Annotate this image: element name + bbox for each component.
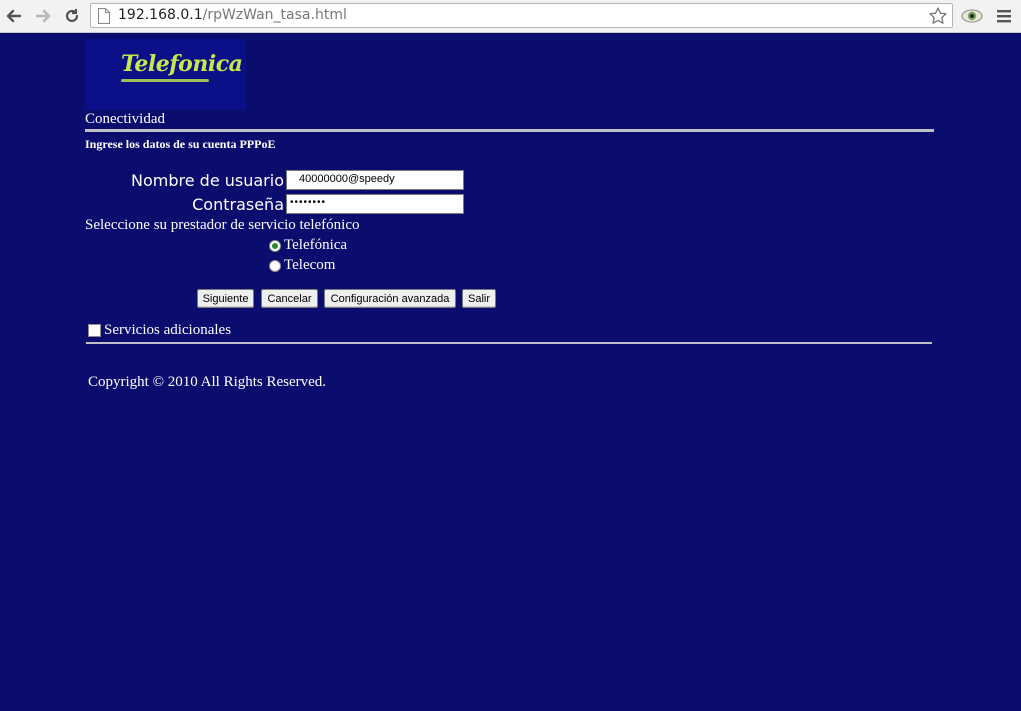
form-subtitle: Ingrese los datos de su cuenta PPPoE bbox=[85, 137, 276, 151]
next-button[interactable]: Siguiente bbox=[197, 289, 254, 308]
logo-swoosh bbox=[121, 79, 209, 82]
provider-option-telecom[interactable]: Telecom bbox=[269, 257, 335, 274]
additional-services-label: Servicios adicionales bbox=[104, 322, 232, 338]
back-arrow-icon[interactable] bbox=[3, 5, 25, 27]
eye-extension-icon[interactable] bbox=[961, 6, 983, 26]
provider-option-telefonica[interactable]: Telefónica bbox=[269, 237, 347, 254]
username-input[interactable]: 40000000@speedy bbox=[286, 170, 464, 190]
cancel-button[interactable]: Cancelar bbox=[261, 289, 318, 308]
provider-label: Seleccione su prestador de servicio tele… bbox=[85, 217, 360, 233]
section-title: Conectividad bbox=[85, 111, 165, 127]
menu-icon[interactable] bbox=[996, 8, 1012, 24]
copyright-text: Copyright © 2010 All Rights Reserved. bbox=[88, 374, 327, 390]
logo-text: Telefonica bbox=[121, 51, 243, 77]
bookmark-star-icon[interactable] bbox=[928, 6, 948, 26]
divider-bottom bbox=[86, 342, 932, 344]
reload-icon[interactable] bbox=[61, 5, 83, 27]
additional-services-toggle[interactable]: Servicios adicionales bbox=[88, 322, 231, 339]
telefonica-logo: Telefonica bbox=[85, 39, 246, 110]
exit-button[interactable]: Salir bbox=[462, 289, 496, 308]
password-input[interactable]: •••••••• bbox=[286, 194, 464, 214]
advanced-config-button[interactable]: Configuración avanzada bbox=[324, 289, 456, 308]
additional-services-checkbox[interactable] bbox=[88, 324, 101, 337]
provider-option-label: Telecom bbox=[284, 257, 336, 273]
divider-top bbox=[85, 129, 934, 132]
provider-option-label: Telefónica bbox=[284, 237, 348, 253]
address-bar[interactable]: 192.168.0.1/rpWzWan_tasa.html bbox=[90, 3, 953, 28]
radio-telecom[interactable] bbox=[269, 259, 281, 272]
forward-arrow-icon[interactable] bbox=[32, 5, 54, 27]
url-path: /rpWzWan_tasa.html bbox=[202, 7, 347, 23]
radio-telefonica[interactable] bbox=[269, 239, 281, 252]
password-label: Contraseña bbox=[192, 195, 284, 214]
username-label: Nombre de usuario bbox=[131, 171, 284, 190]
router-page: Telefonica Conectividad Ingrese los dato… bbox=[0, 34, 1021, 711]
url-host: 192.168.0.1 bbox=[118, 7, 203, 23]
url-text[interactable]: 192.168.0.1/rpWzWan_tasa.html bbox=[118, 7, 347, 23]
browser-toolbar: 192.168.0.1/rpWzWan_tasa.html bbox=[0, 0, 1021, 33]
page-icon bbox=[98, 8, 110, 24]
